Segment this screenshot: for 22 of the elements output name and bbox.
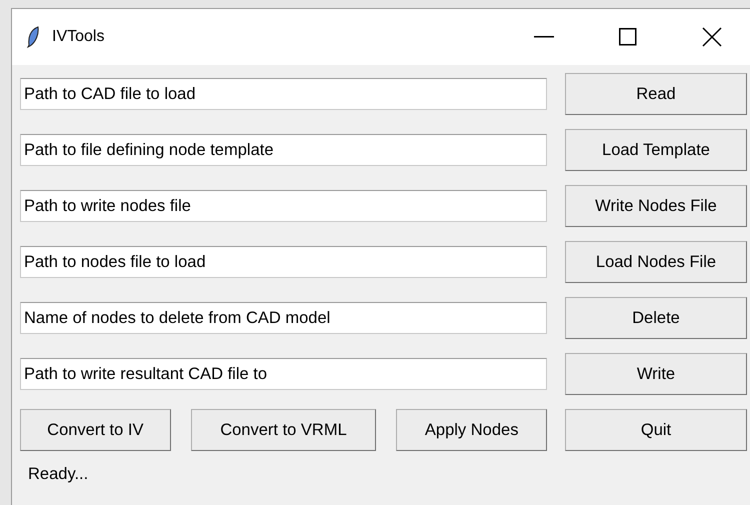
- action-button[interactable]: Load Template: [565, 129, 747, 171]
- path-field[interactable]: Path to write resultant CAD file to: [20, 358, 547, 390]
- action-button[interactable]: Load Nodes File: [565, 241, 747, 283]
- action-button[interactable]: Write Nodes File: [565, 185, 747, 227]
- path-field[interactable]: Path to nodes file to load: [20, 246, 547, 278]
- feather-icon: [26, 26, 40, 48]
- minimize-icon: [534, 36, 554, 38]
- action-button[interactable]: Delete: [565, 297, 747, 339]
- action-button[interactable]: Write: [565, 353, 747, 395]
- status-text: Ready...: [28, 465, 90, 484]
- path-field[interactable]: Path to file defining node template: [20, 134, 547, 166]
- close-icon: [702, 27, 722, 47]
- action-button[interactable]: Convert to VRML: [190, 409, 376, 451]
- action-button[interactable]: Convert to IV: [20, 409, 171, 451]
- path-field[interactable]: Path to write nodes file: [20, 190, 547, 222]
- path-field[interactable]: Path to CAD file to load: [20, 78, 547, 110]
- action-button[interactable]: Read: [565, 73, 747, 115]
- quit-button[interactable]: Quit: [565, 409, 747, 451]
- path-field[interactable]: Name of nodes to delete from CAD model: [20, 302, 547, 334]
- action-button[interactable]: Apply Nodes: [396, 409, 547, 451]
- maximize-icon: [619, 28, 637, 46]
- window-title: IVTools: [52, 28, 106, 46]
